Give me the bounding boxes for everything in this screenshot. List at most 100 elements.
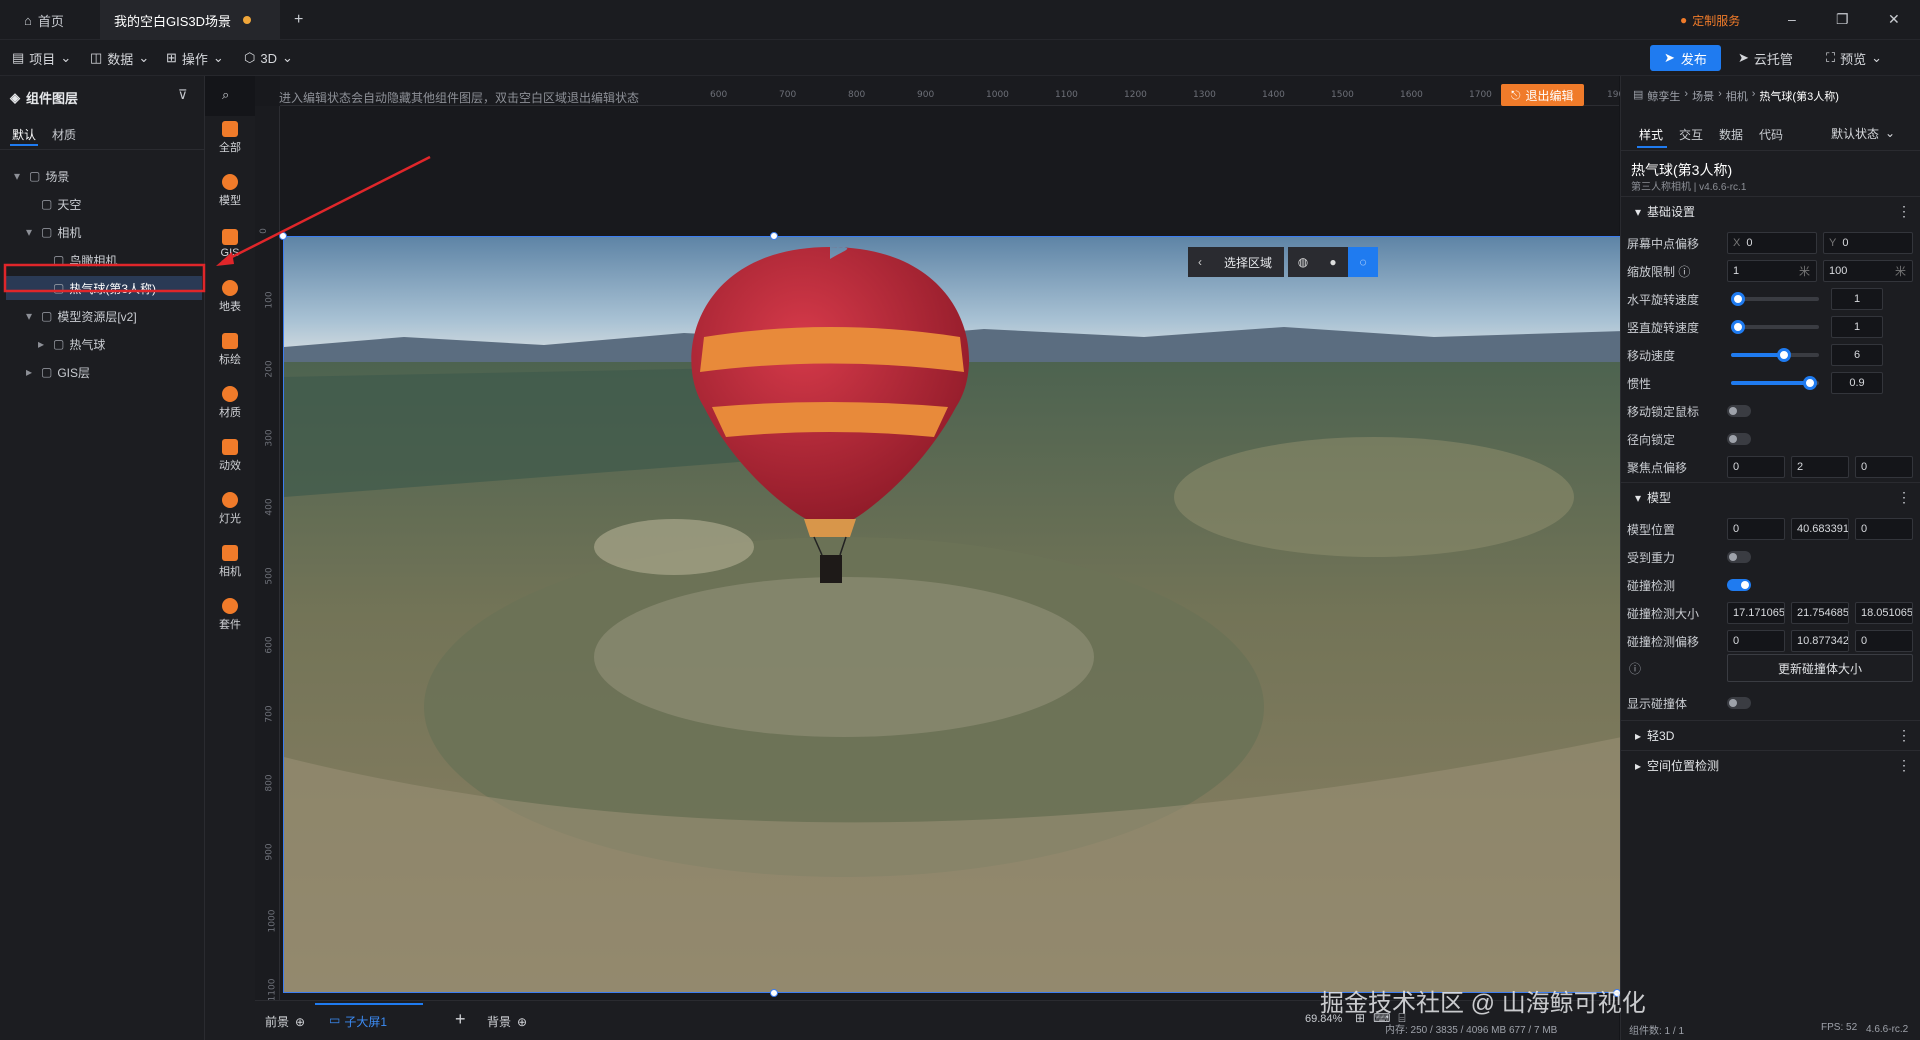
section-light3d[interactable]: ▸ 轻3D ⋮ xyxy=(1621,720,1920,750)
caret-right-icon[interactable]: ▸ xyxy=(38,337,48,351)
section-basic[interactable]: ▾ 基础设置 ⋮ xyxy=(1621,196,1920,226)
inertia-slider[interactable] xyxy=(1731,376,1819,390)
resize-handle-tl[interactable] xyxy=(279,232,287,240)
exit-edit-button[interactable]: ⎋ 退出编辑 xyxy=(1501,84,1584,106)
menu-data[interactable]: ◫ 数据 ⌄ xyxy=(90,40,149,76)
more-icon[interactable]: ⋮ xyxy=(1897,757,1911,774)
collision-offset-z-input[interactable]: 0 xyxy=(1855,630,1913,652)
filter-icon[interactable]: ⊽ xyxy=(178,87,188,103)
tree-item[interactable]: ▸ ▢ GIS层 xyxy=(6,360,202,384)
tab-code[interactable]: 代码 xyxy=(1759,126,1783,143)
state-select[interactable]: 默认状态 ⌄ xyxy=(1831,122,1895,144)
breadcrumb-item[interactable]: 鲸孪生 xyxy=(1647,88,1680,104)
slider-knob[interactable] xyxy=(1731,292,1746,306)
h-rot-input[interactable]: 1 xyxy=(1831,288,1883,310)
help-icon[interactable]: ⓘ xyxy=(1678,265,1690,279)
rotate-icon[interactable]: ◌ xyxy=(1348,247,1379,277)
tab-interaction[interactable]: 交互 xyxy=(1679,126,1703,143)
focus-offset-z-input[interactable]: 0 xyxy=(1855,456,1913,478)
screen-offset-y-input[interactable]: Y0 xyxy=(1823,232,1913,254)
resize-handle-bottom[interactable] xyxy=(770,989,778,997)
add-screen-button[interactable]: + xyxy=(455,1009,466,1030)
show-collider-toggle[interactable] xyxy=(1727,697,1751,709)
tab-default[interactable]: 默认 xyxy=(12,126,36,143)
inertia-input[interactable]: 0.9 xyxy=(1831,372,1883,394)
focus-offset-y-input[interactable]: 2 xyxy=(1791,456,1849,478)
category-button[interactable]: 模型 xyxy=(205,169,255,213)
category-button[interactable]: 全部 xyxy=(205,116,255,160)
globe-icon[interactable]: ◍ xyxy=(1288,247,1319,277)
tree-item[interactable]: ▾ ▢ 场景 xyxy=(6,164,202,188)
category-button[interactable]: 标绘 xyxy=(205,328,255,372)
publish-button[interactable]: ➤ 发布 xyxy=(1650,45,1721,71)
collision-size-x-input[interactable]: 17.1710653 xyxy=(1727,602,1785,624)
tab-home[interactable]: ⌂ 首页 xyxy=(10,0,78,40)
sub-screen-tab[interactable]: ▭ 子大屏1 xyxy=(329,1013,387,1030)
tree-item[interactable]: ▸ ▢ 热气球 xyxy=(6,332,202,356)
caret-down-icon[interactable]: ▾ xyxy=(26,225,36,239)
collision-toggle[interactable] xyxy=(1727,579,1751,591)
canvas-area[interactable]: 600 700 800 900 1000 1100 1200 1300 1400 1500 1600… xyxy=(255,76,1630,1040)
add-tab-button[interactable]: + xyxy=(280,0,317,40)
breadcrumb-item[interactable]: 相机 xyxy=(1726,88,1748,104)
menu-project[interactable]: ▤ 项目 ⌄ xyxy=(12,40,71,76)
radial-lock-toggle[interactable] xyxy=(1727,433,1751,445)
collision-size-y-input[interactable]: 21.754685 xyxy=(1791,602,1849,624)
model-pos-z-input[interactable]: 0 xyxy=(1855,518,1913,540)
category-button[interactable]: GIS xyxy=(205,222,255,266)
tab-scene[interactable]: 我的空白GIS3D场景 xyxy=(100,0,280,40)
menu-3d[interactable]: ⬡ 3D ⌄ xyxy=(244,40,293,76)
gravity-toggle[interactable] xyxy=(1727,551,1751,563)
collision-size-z-input[interactable]: 18.051065 xyxy=(1855,602,1913,624)
category-button[interactable]: 相机 xyxy=(205,540,255,584)
v-rot-slider[interactable] xyxy=(1731,320,1819,334)
breadcrumb-item[interactable]: 热气球(第3人称) xyxy=(1759,88,1838,104)
focus-offset-x-input[interactable]: 0 xyxy=(1727,456,1785,478)
lock-mouse-toggle[interactable] xyxy=(1727,405,1751,417)
tab-data[interactable]: 数据 xyxy=(1719,126,1743,143)
search-icon[interactable]: ⌕ xyxy=(222,87,229,103)
collision-offset-y-input[interactable]: 10.877342 xyxy=(1791,630,1849,652)
update-collision-button[interactable]: 更新碰撞体大小 xyxy=(1727,654,1913,682)
zoom-min-input[interactable]: 1米 xyxy=(1727,260,1817,282)
h-rot-slider[interactable] xyxy=(1731,292,1819,306)
move-speed-slider[interactable] xyxy=(1731,348,1819,362)
slider-knob[interactable] xyxy=(1776,348,1791,362)
category-button[interactable]: 动效 xyxy=(205,434,255,478)
3d-viewport[interactable]: ‹ 选择区域 ◍ ● ◌ xyxy=(283,236,1621,993)
breadcrumb-item[interactable]: 场景 xyxy=(1692,88,1714,104)
tree-item[interactable]: ▾ ▢ 相机 xyxy=(6,220,202,244)
cloud-button[interactable]: ➤ 云托管 xyxy=(1738,40,1793,76)
caret-right-icon[interactable]: ▸ xyxy=(26,365,36,379)
section-space[interactable]: ▸ 空间位置检测 ⋮ xyxy=(1621,750,1920,780)
category-button[interactable]: 材质 xyxy=(205,381,255,425)
more-icon[interactable]: ⋮ xyxy=(1897,203,1911,220)
front-layer-button[interactable]: 前景 ⊕ xyxy=(265,1013,305,1030)
screen-offset-x-input[interactable]: X0 xyxy=(1727,232,1817,254)
category-button[interactable]: 套件 xyxy=(205,593,255,637)
tree-item[interactable]: ▢ 热气球(第3人称) xyxy=(6,276,202,300)
maximize-icon[interactable]: ❐ xyxy=(1836,11,1849,28)
model-pos-y-input[interactable]: 40.683391 xyxy=(1791,518,1849,540)
category-button[interactable]: 灯光 xyxy=(205,487,255,531)
tree-item[interactable]: ▢ 鸟瞰相机 xyxy=(6,248,202,272)
add-circle-icon[interactable]: ⊕ xyxy=(517,1015,527,1029)
category-button[interactable]: 地表 xyxy=(205,275,255,319)
chevron-left-icon[interactable]: ‹ xyxy=(1188,247,1212,277)
more-icon[interactable]: ⋮ xyxy=(1897,727,1911,744)
section-model[interactable]: ▾ 模型 ⋮ xyxy=(1621,482,1920,512)
preview-button[interactable]: ⛶ 预览 ⌄ xyxy=(1826,40,1882,76)
select-area-button[interactable]: 选择区域 xyxy=(1212,247,1285,277)
tree-item[interactable]: ▾ ▢ 模型资源层[v2] xyxy=(6,304,202,328)
menu-operate[interactable]: ⊞ 操作 ⌄ xyxy=(166,40,224,76)
close-icon[interactable]: ✕ xyxy=(1888,11,1900,28)
move-speed-input[interactable]: 6 xyxy=(1831,344,1883,366)
add-circle-icon[interactable]: ⊕ xyxy=(295,1015,305,1029)
help-icon[interactable]: ⓘ xyxy=(1629,660,1641,677)
zoom-max-input[interactable]: 100 米 xyxy=(1823,260,1913,282)
more-icon[interactable]: ⋮ xyxy=(1897,489,1911,506)
background-layer-button[interactable]: 背景 ⊕ xyxy=(487,1013,527,1030)
resize-handle-top[interactable] xyxy=(770,232,778,240)
tab-style[interactable]: 样式 xyxy=(1639,126,1663,143)
caret-down-icon[interactable]: ▾ xyxy=(14,169,24,183)
